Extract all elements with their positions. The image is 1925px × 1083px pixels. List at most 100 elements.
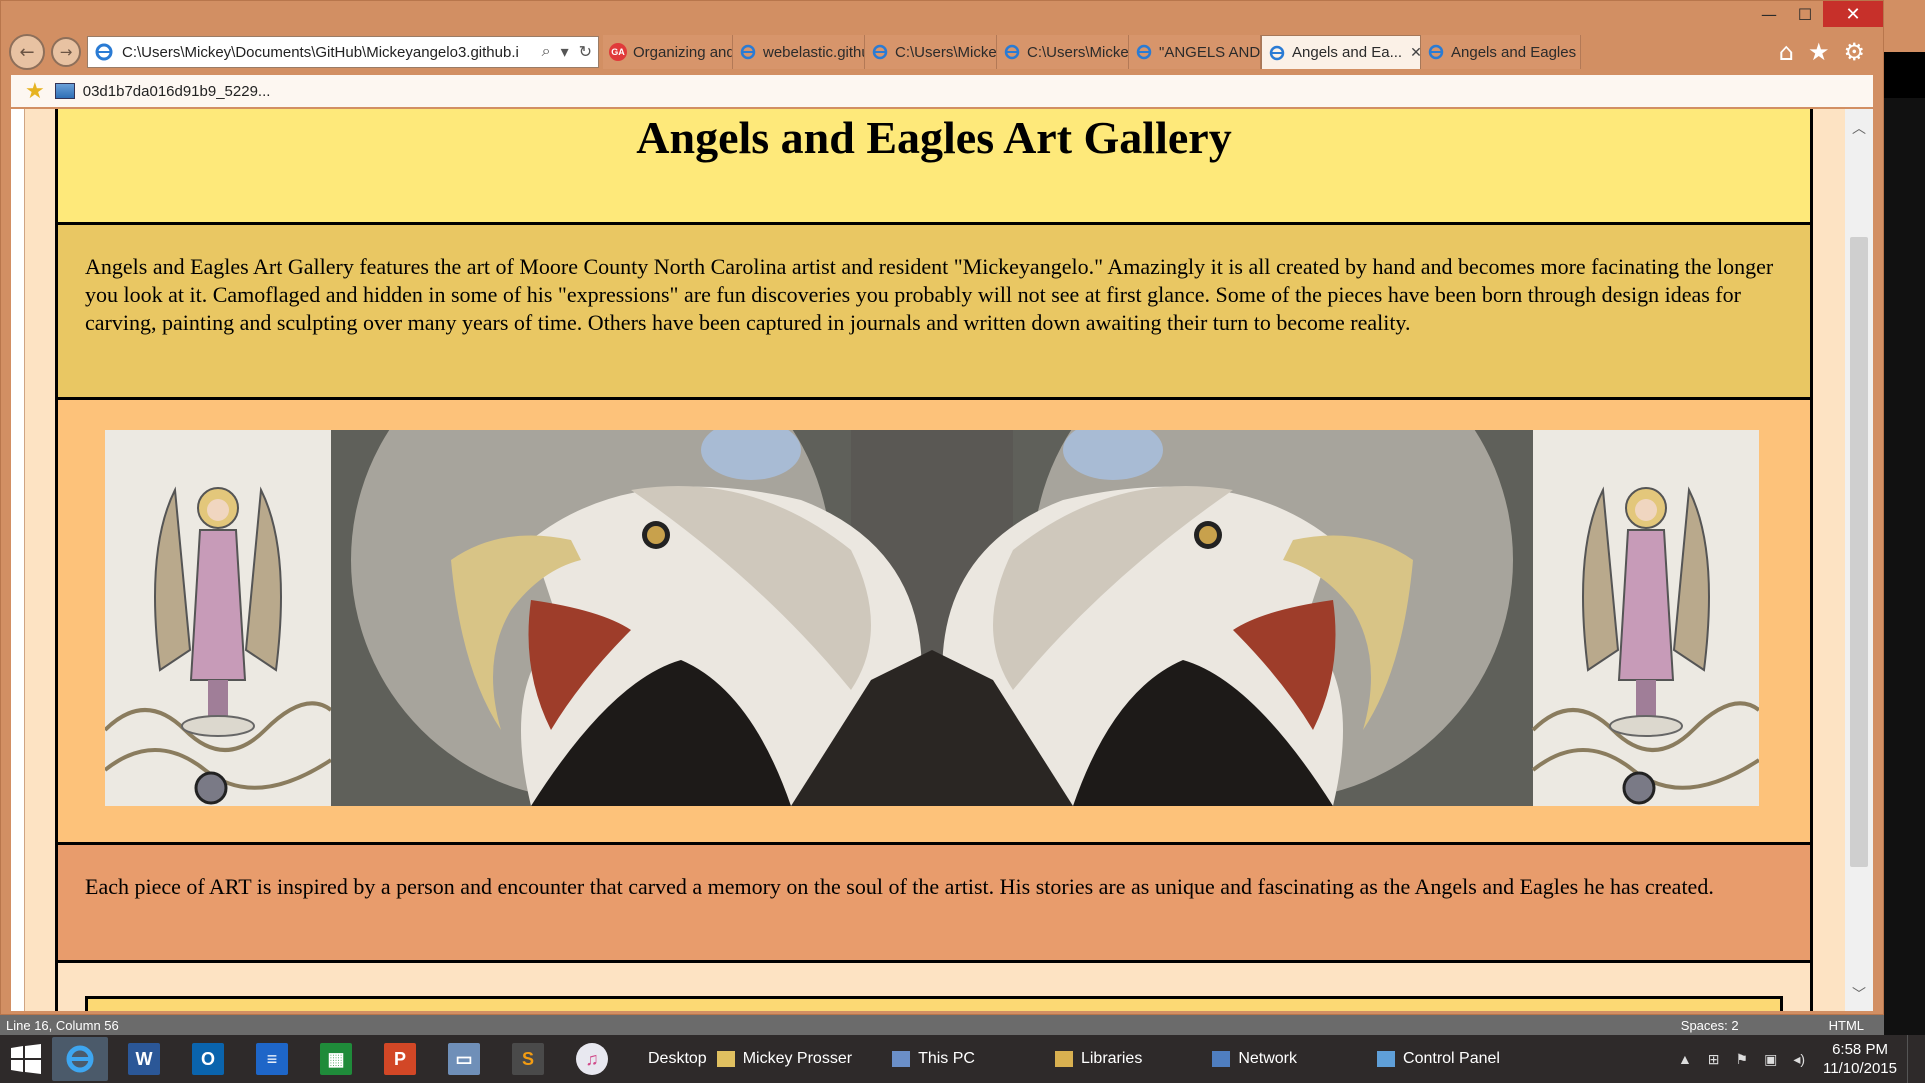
toolbar-desktop[interactable]: Desktop xyxy=(648,1050,707,1068)
settings-gear-icon[interactable]: ⚙ xyxy=(1843,38,1865,66)
ie-icon xyxy=(1428,44,1444,60)
taskbar-internet-explorer[interactable] xyxy=(52,1037,108,1081)
home-icon[interactable]: ⌂ xyxy=(1779,38,1794,66)
close-button[interactable]: ✕ xyxy=(1823,1,1883,27)
toolbar-this-pc[interactable]: This PC xyxy=(892,1050,975,1068)
angel-panel-right xyxy=(1531,430,1759,806)
tab-label: C:\Users\Mickey\... xyxy=(1027,43,1129,61)
toolbar-label: This PC xyxy=(918,1050,975,1067)
libraries-icon xyxy=(1054,1051,1073,1067)
tab-label: Organizing and V... xyxy=(633,43,733,61)
system-clock[interactable]: 6:58 PM 11/10/2015 xyxy=(1823,1040,1897,1078)
intro-section: Angels and Eagles Art Gallery features t… xyxy=(55,225,1813,400)
ie-icon xyxy=(1136,44,1152,60)
tab-webelastic[interactable]: webelastic.github... xyxy=(733,35,865,69)
show-hidden-icons-icon[interactable]: ▲ xyxy=(1678,1051,1692,1067)
banner-artwork xyxy=(105,430,1759,806)
toolbar-label: Control Panel xyxy=(1403,1050,1500,1067)
start-button[interactable] xyxy=(0,1035,52,1083)
vertical-scrollbar[interactable]: ︿ ﹀ xyxy=(1845,109,1873,1011)
tab-angels-and-eagles-quoted[interactable]: "ANGELS AND E... xyxy=(1129,35,1261,69)
navigation-row: ← → C:\Users\Mickey\Documents\GitHub\Mic… xyxy=(9,33,1875,71)
word-icon: W xyxy=(128,1043,160,1075)
user-folder-icon xyxy=(716,1051,735,1067)
favorite-link[interactable]: 03d1b7da016d91b9_5229... xyxy=(83,83,271,100)
taskbar-powerpoint[interactable]: P xyxy=(372,1037,428,1081)
back-button[interactable]: ← xyxy=(9,34,45,70)
window-controls: — ☐ ✕ xyxy=(1751,1,1883,29)
ie-icon xyxy=(1004,44,1020,60)
taskbar-word[interactable]: W xyxy=(116,1037,172,1081)
ga-icon: GA xyxy=(609,43,627,61)
header-section: Angels and Eagles Art Gallery xyxy=(55,109,1813,225)
scroll-down-icon[interactable]: ﹀ xyxy=(1845,981,1873,1007)
cursor-position: Line 16, Column 56 xyxy=(6,1017,119,1033)
add-favorite-star-icon[interactable]: ★ xyxy=(25,78,45,104)
tab-label: C:\Users\Mickey\... xyxy=(895,43,997,61)
ie-icon xyxy=(1269,45,1285,60)
maximize-button[interactable]: ☐ xyxy=(1787,1,1823,27)
scroll-up-icon[interactable]: ︿ xyxy=(1845,115,1873,141)
angel-panel-left xyxy=(105,430,333,806)
taskbar-sublime[interactable]: S xyxy=(500,1037,556,1081)
tab-local-file-1[interactable]: C:\Users\Mickey\... xyxy=(865,35,997,69)
tab-label: "ANGELS AND E... xyxy=(1159,43,1261,61)
tab-close-icon[interactable]: ✕ xyxy=(1410,44,1420,61)
windows-tray-icon[interactable]: ⊞ xyxy=(1708,1051,1720,1068)
network-icon xyxy=(1212,1051,1231,1067)
search-icon[interactable]: ⌕ xyxy=(542,43,551,61)
minimize-button[interactable]: — xyxy=(1751,1,1787,27)
computer-icon xyxy=(892,1051,911,1067)
taskbar-calculator[interactable]: ▦ xyxy=(308,1037,364,1081)
powerpoint-icon: P xyxy=(384,1043,416,1075)
show-desktop-button[interactable] xyxy=(1907,1035,1915,1083)
volume-icon[interactable]: ◂) xyxy=(1793,1051,1805,1068)
network-tray-icon[interactable]: ▣ xyxy=(1764,1051,1777,1068)
toolbar-control-panel[interactable]: Control Panel xyxy=(1377,1050,1500,1068)
toolbar-mickey-prosser[interactable]: Mickey Prosser xyxy=(716,1050,853,1068)
tab-local-file-2[interactable]: C:\Users\Mickey\... xyxy=(997,35,1129,69)
editor-icon: ≡ xyxy=(256,1043,288,1075)
sublime-text-icon: S xyxy=(512,1043,544,1075)
address-text[interactable]: C:\Users\Mickey\Documents\GitHub\Mickeya… xyxy=(122,44,532,61)
refresh-icon[interactable]: ↻ xyxy=(579,42,592,62)
itunes-icon: ♫ xyxy=(576,1043,608,1075)
scroll-thumb[interactable] xyxy=(1850,237,1868,867)
background-window-edge xyxy=(1884,0,1925,1035)
tab-angels-and-eagles-active[interactable]: Angels and Ea... ✕ xyxy=(1261,35,1421,69)
eagles-panel xyxy=(331,430,1533,806)
favorites-star-icon[interactable]: ★ xyxy=(1808,38,1830,66)
taskbar-outlook[interactable]: O xyxy=(180,1037,236,1081)
forward-button[interactable]: → xyxy=(51,37,81,67)
browser-tools: ⌂ ★ ⚙ xyxy=(1765,33,1865,71)
next-section xyxy=(55,963,1813,1011)
address-bar[interactable]: C:\Users\Mickey\Documents\GitHub\Mickeya… xyxy=(87,36,599,68)
system-tray: ▲ ⊞ ⚑ ▣ ◂) 6:58 PM 11/10/2015 xyxy=(1670,1035,1925,1083)
tab-strip: GA Organizing and V... webelastic.github… xyxy=(603,35,1581,69)
taskbar-editor[interactable]: ≡ xyxy=(244,1037,300,1081)
tab-label: webelastic.github... xyxy=(763,43,864,61)
action-center-flag-icon[interactable]: ⚑ xyxy=(1736,1051,1749,1068)
browser-window: — ☐ ✕ ← → C:\Users\Mickey\Documents\GitH… xyxy=(0,0,1884,1015)
toolbar-label: Mickey Prosser xyxy=(742,1050,853,1067)
page-viewport: Angels and Eagles Art Gallery Angels and… xyxy=(11,109,1873,1011)
outlook-icon: O xyxy=(192,1043,224,1075)
clock-time: 6:58 PM xyxy=(1832,1041,1888,1058)
syntax-mode[interactable]: HTML xyxy=(1829,1018,1864,1033)
toolbar-label: Desktop xyxy=(648,1050,707,1067)
ie-icon xyxy=(740,44,756,60)
internet-explorer-icon xyxy=(66,1045,94,1073)
toolbar-label: Libraries xyxy=(1080,1050,1143,1067)
tab-organizing[interactable]: GA Organizing and V... xyxy=(603,35,733,69)
toolbar-network[interactable]: Network xyxy=(1212,1050,1297,1068)
clock-date: 11/10/2015 xyxy=(1823,1060,1897,1077)
favorites-bar: ★ 03d1b7da016d91b9_5229... xyxy=(11,75,1873,107)
indent-setting[interactable]: Spaces: 2 xyxy=(1681,1018,1739,1033)
taskbar-itunes[interactable]: ♫ xyxy=(564,1037,620,1081)
banner-section xyxy=(55,400,1813,845)
back-arrow-icon: ← xyxy=(19,41,35,63)
tab-angels-and-eagles[interactable]: Angels and Eagles xyxy=(1421,35,1581,69)
dropdown-icon[interactable]: ▾ xyxy=(561,42,569,62)
taskbar-remote-desktop[interactable]: ▭ xyxy=(436,1037,492,1081)
toolbar-libraries[interactable]: Libraries xyxy=(1054,1050,1143,1068)
